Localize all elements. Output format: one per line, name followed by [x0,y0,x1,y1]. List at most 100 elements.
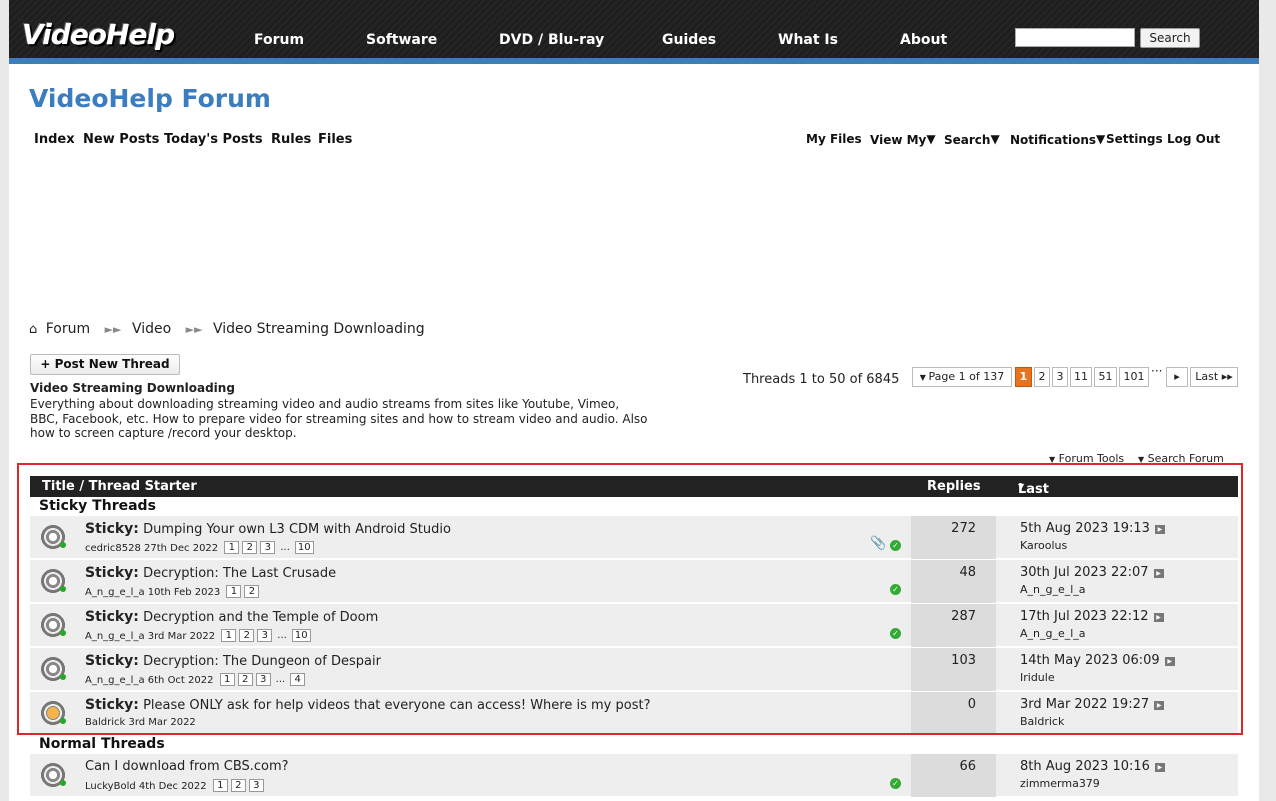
page-link[interactable]: 11 [1070,367,1092,387]
nav-what-is[interactable]: What Is [778,32,838,48]
thread-page-link[interactable]: 2 [237,673,253,686]
last-post-date: 30th Jul 2023 22:07 [1020,565,1149,580]
thread-title-text[interactable]: Decryption and the Temple of Doom [143,610,378,625]
thread-page-link[interactable]: 3 [260,541,276,554]
thread-page-link[interactable]: 1 [226,585,242,598]
header-search-button[interactable]: Search [1140,28,1200,48]
thread-locked-icon [40,700,66,726]
thread-page-link[interactable]: 2 [242,541,258,554]
last-post-date: 17th Jul 2023 22:12 [1020,609,1149,624]
sticky-label: Sticky: [85,521,139,537]
last-arrow-icon: ▸▸ [1221,370,1233,383]
subnav-notifications[interactable]: Notifications▼ [1010,132,1105,147]
subnav-view-my[interactable]: View My▼ [870,132,936,147]
thread-page-link[interactable]: 1 [219,673,235,686]
breadcrumb-video[interactable]: Video [132,321,171,337]
page-jump-dropdown[interactable]: ▼ Page 1 of 137 [912,367,1012,387]
thread-title-text[interactable]: Please ONLY ask for help videos that eve… [143,698,650,713]
last-post: 17th Jul 2023 22:12 ▶ A_n_g_e_l_a [1020,609,1164,640]
thread-starter[interactable]: Baldrick 3rd Mar 2022 [85,717,196,728]
thread-title[interactable]: Sticky: Decryption and the Temple of Doo… [85,609,378,625]
thread-page-link[interactable]: 1 [212,779,228,792]
thread-page-link[interactable]: 3 [257,629,273,642]
nav-forum[interactable]: Forum [254,32,304,48]
page-link[interactable]: 2 [1034,367,1050,387]
thread-page-link[interactable]: 2 [230,779,246,792]
thread-page-link[interactable]: 1 [221,629,237,642]
caret-down-icon: ▼ [1049,455,1056,464]
subnav-index[interactable]: Index [34,132,75,147]
thread-starter[interactable]: A_n_g_e_l_a 10th Feb 2023 [85,587,220,598]
thread-page-link[interactable]: 3 [255,673,271,686]
thread-title[interactable]: Sticky: Decryption: The Dungeon of Despa… [85,653,381,669]
thread-title[interactable]: Sticky: Decryption: The Last Crusade [85,565,336,581]
col-title-header[interactable]: Title / Thread Starter [42,479,197,494]
thread-page-link[interactable]: 1 [224,541,240,554]
page-link[interactable]: 51 [1094,367,1117,387]
thread-title-text[interactable]: Dumping Your own L3 CDM with Android Stu… [143,522,451,537]
nav-dvd-bluray[interactable]: DVD / Blu-ray [499,32,604,48]
go-to-last-post-icon[interactable]: ▶ [1154,763,1165,772]
col-replies-header[interactable]: Replies [927,479,981,494]
page-link[interactable]: 3 [1052,367,1068,387]
page-title[interactable]: VideoHelp Forum [29,84,271,113]
thread-title[interactable]: Sticky: Please ONLY ask for help videos … [85,697,650,713]
go-to-last-post-icon[interactable]: ▶ [1153,569,1164,578]
go-to-last-post-icon[interactable]: ▶ [1164,657,1175,666]
thread-page-link[interactable]: 3 [248,779,264,792]
forum-tools-menu[interactable]: ▼ Forum Tools [1049,452,1124,465]
thread-title-text[interactable]: Decryption: The Last Crusade [143,566,336,581]
nav-software[interactable]: Software [366,32,437,48]
thread-starter[interactable]: A_n_g_e_l_a 6th Oct 2022 [85,675,213,686]
header-search-input[interactable] [1015,28,1135,47]
page-link-current[interactable]: 1 [1015,367,1032,387]
last-post-user[interactable]: A_n_g_e_l_a [1020,627,1164,640]
caret-down-icon: ▼ [1018,482,1025,491]
subnav-rules[interactable]: Rules [271,132,311,147]
thread-title[interactable]: Can I download from CBS.com? [85,759,289,774]
page-link[interactable]: 101 [1119,367,1149,387]
last-post-date: 14th May 2023 06:09 [1020,653,1160,668]
subnav-settings[interactable]: Settings [1106,132,1163,146]
go-to-last-post-icon[interactable]: ▶ [1154,525,1165,534]
home-icon[interactable]: ⌂ [29,322,37,337]
thread-page-link[interactable]: 10 [291,629,311,642]
thread-page-link[interactable]: 2 [244,585,260,598]
normal-section-title: Normal Threads [39,736,165,752]
nav-about[interactable]: About [900,32,947,48]
post-new-thread-button[interactable]: + Post New Thread [30,354,180,375]
search-forum-menu[interactable]: ▼ Search Forum [1138,452,1224,465]
last-post-user[interactable]: A_n_g_e_l_a [1020,583,1164,596]
thread-title-text[interactable]: Can I download from CBS.com? [85,759,289,774]
next-page-button[interactable]: ▸ [1166,367,1188,387]
thread-status-icon [40,656,66,682]
subnav-log-out[interactable]: Log Out [1167,132,1220,146]
last-post-user[interactable]: Baldrick [1020,715,1164,728]
last-post-user[interactable]: Iridule [1020,671,1175,684]
sticky-section-title: Sticky Threads [39,498,156,514]
go-to-last-post-icon[interactable]: ▶ [1153,613,1164,622]
thread-starter[interactable]: cedric8528 27th Dec 2022 [85,543,218,554]
last-post: 8th Aug 2023 10:16 ▶ zimmerma379 [1020,759,1165,790]
thread-title[interactable]: Sticky: Dumping Your own L3 CDM with And… [85,521,451,537]
breadcrumb-forum[interactable]: Forum [46,321,90,337]
subnav-todays-posts[interactable]: Today's Posts [164,132,263,147]
subnav-search[interactable]: Search▼ [944,132,1000,147]
subnav-my-files[interactable]: My Files [806,132,862,146]
table-row: Sticky: Decryption: The Last Crusade A_n… [30,560,1238,603]
last-post-user[interactable]: zimmerma379 [1020,777,1165,790]
thread-page-link[interactable]: 10 [294,541,314,554]
last-post-user[interactable]: Karoolus [1020,539,1165,552]
site-logo[interactable]: VideoHelp [22,18,175,51]
thread-starter[interactable]: A_n_g_e_l_a 3rd Mar 2022 [85,631,215,642]
last-page-button[interactable]: Last ▸▸ [1190,367,1238,387]
thread-starter[interactable]: LuckyBold 4th Dec 2022 [85,781,207,792]
subnav-files[interactable]: Files [318,132,352,147]
nav-guides[interactable]: Guides [662,32,716,48]
go-to-last-post-icon[interactable]: ▶ [1154,701,1165,710]
thread-page-link[interactable]: 4 [290,673,306,686]
thread-page-link[interactable]: 2 [239,629,255,642]
thread-title-text[interactable]: Decryption: The Dungeon of Despair [143,654,381,669]
subnav-new-posts[interactable]: New Posts [83,132,159,147]
sticky-label: Sticky: [85,565,139,581]
